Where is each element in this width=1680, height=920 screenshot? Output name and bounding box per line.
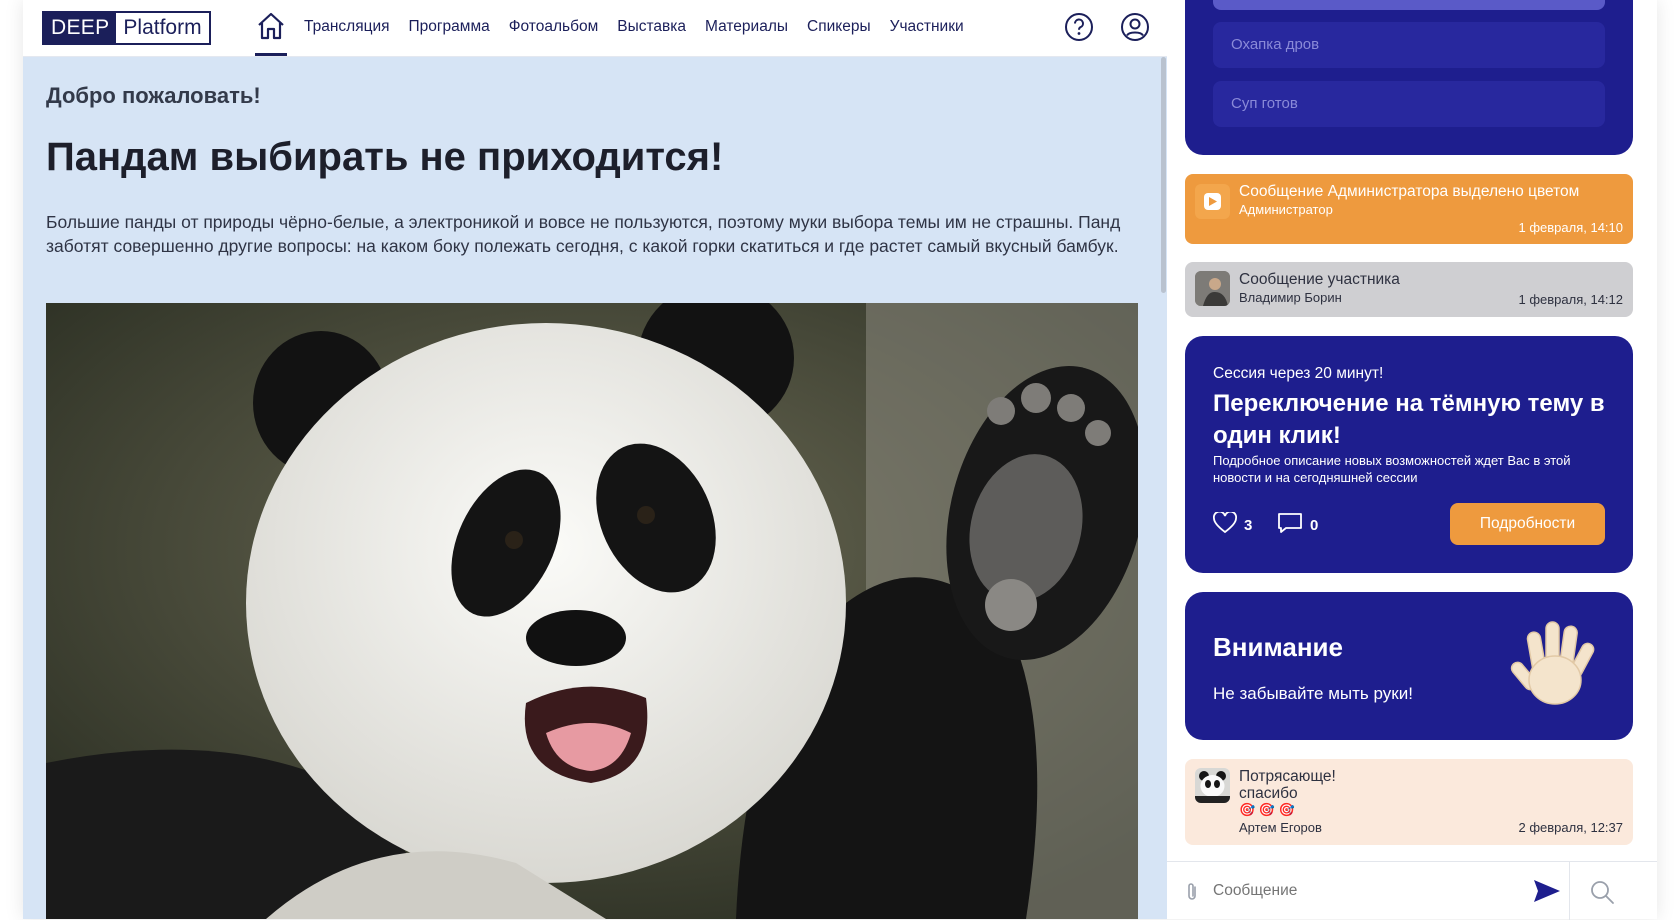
message-text: Потрясающе! xyxy=(1239,768,1336,785)
nav-item-speakers[interactable]: Спикеры xyxy=(807,18,871,36)
attention-card: Внимание Не забывайте мыть руки! xyxy=(1185,592,1633,740)
home-icon[interactable] xyxy=(255,10,287,56)
comment-icon[interactable] xyxy=(1277,512,1303,538)
participant-message: Сообщение участника Владимир Борин 1 фев… xyxy=(1185,262,1633,317)
message-date: 1 февраля, 14:12 xyxy=(1518,292,1623,307)
help-icon[interactable] xyxy=(1064,12,1094,42)
top-bar: DEEP Platform Трансляция Программа Фотоа… xyxy=(23,0,1167,57)
message-emoji: 🎯 🎯 🎯 xyxy=(1239,802,1295,817)
nav-item-program[interactable]: Программа xyxy=(409,18,490,36)
heart-icon[interactable] xyxy=(1213,510,1237,538)
message-input[interactable] xyxy=(1213,878,1513,904)
welcome-text: Добро пожаловать! xyxy=(46,83,261,108)
nav-item-stream[interactable]: Трансляция xyxy=(304,18,390,36)
page-title: Пандам выбирать не приходится! xyxy=(46,135,724,179)
logo[interactable]: DEEP Platform xyxy=(42,11,211,45)
send-icon[interactable] xyxy=(1533,878,1561,909)
likes[interactable]: 3 xyxy=(1213,510,1253,538)
session-description: Подробное описание новых возможностей жд… xyxy=(1213,453,1571,485)
search-icon[interactable] xyxy=(1589,879,1615,910)
message-text-line2: спасибо xyxy=(1239,785,1298,802)
attention-title: Внимание xyxy=(1213,632,1343,662)
nav-item-participants[interactable]: Участники xyxy=(890,18,964,36)
poll-option[interactable]: Суп готов xyxy=(1213,81,1605,127)
logo-part2: Platform xyxy=(123,16,202,39)
paperclip-icon[interactable] xyxy=(1183,881,1201,908)
details-button[interactable]: Подробности xyxy=(1450,503,1605,545)
content-scrollbar[interactable] xyxy=(1161,57,1166,293)
logo-part1: DEEP xyxy=(44,13,117,43)
avatar xyxy=(1195,768,1230,803)
message-date: 2 февраля, 12:37 xyxy=(1518,820,1623,835)
comments-count: 0 xyxy=(1310,516,1319,534)
session-kicker: Сессия через 20 минут! xyxy=(1213,365,1384,382)
article-body: Большие панды от природы чёрно-белые, а … xyxy=(46,212,1121,256)
user-icon[interactable] xyxy=(1120,12,1150,42)
hand-icon xyxy=(1510,618,1605,718)
likes-count: 3 xyxy=(1244,516,1253,534)
poll-option[interactable]: Охапка дров xyxy=(1213,22,1605,68)
nav-item-exhibition[interactable]: Выставка xyxy=(617,18,686,36)
composer-divider xyxy=(1569,862,1570,920)
message-text: Сообщение участника xyxy=(1239,271,1400,288)
participant-message: Потрясающе! спасибо 🎯 🎯 🎯 Артем Егоров 2… xyxy=(1185,759,1633,845)
message-author: Администратор xyxy=(1239,202,1333,217)
poll-option-selected[interactable] xyxy=(1213,0,1605,10)
session-title: Переключение на тёмную тему в один клик! xyxy=(1213,390,1605,449)
message-text: Сообщение Администратора выделено цветом xyxy=(1239,183,1580,200)
app-window: DEEP Platform Трансляция Программа Фотоа… xyxy=(23,0,1657,920)
message-composer xyxy=(1167,861,1657,920)
comments[interactable]: 0 xyxy=(1277,512,1318,538)
session-card: Сессия через 20 минут! Переключение на т… xyxy=(1185,336,1633,573)
avatar xyxy=(1195,271,1230,306)
chat-sidebar: Охапка дров Суп готов Сообщение Админист… xyxy=(1167,0,1657,920)
main-nav: Трансляция Программа Фотоальбом Выставка… xyxy=(304,18,983,36)
message-date: 1 февраля, 14:10 xyxy=(1518,220,1623,235)
nav-item-materials[interactable]: Материалы xyxy=(705,18,788,36)
admin-avatar xyxy=(1195,184,1230,219)
panda-photo xyxy=(46,303,1138,919)
admin-message: Сообщение Администратора выделено цветом… xyxy=(1185,174,1633,244)
attention-text: Не забывайте мыть руки! xyxy=(1213,684,1413,703)
main-content: Добро пожаловать! Пандам выбирать не при… xyxy=(23,57,1167,919)
nav-item-photoalbum[interactable]: Фотоальбом xyxy=(509,18,599,36)
poll-card: Охапка дров Суп готов xyxy=(1185,0,1633,155)
